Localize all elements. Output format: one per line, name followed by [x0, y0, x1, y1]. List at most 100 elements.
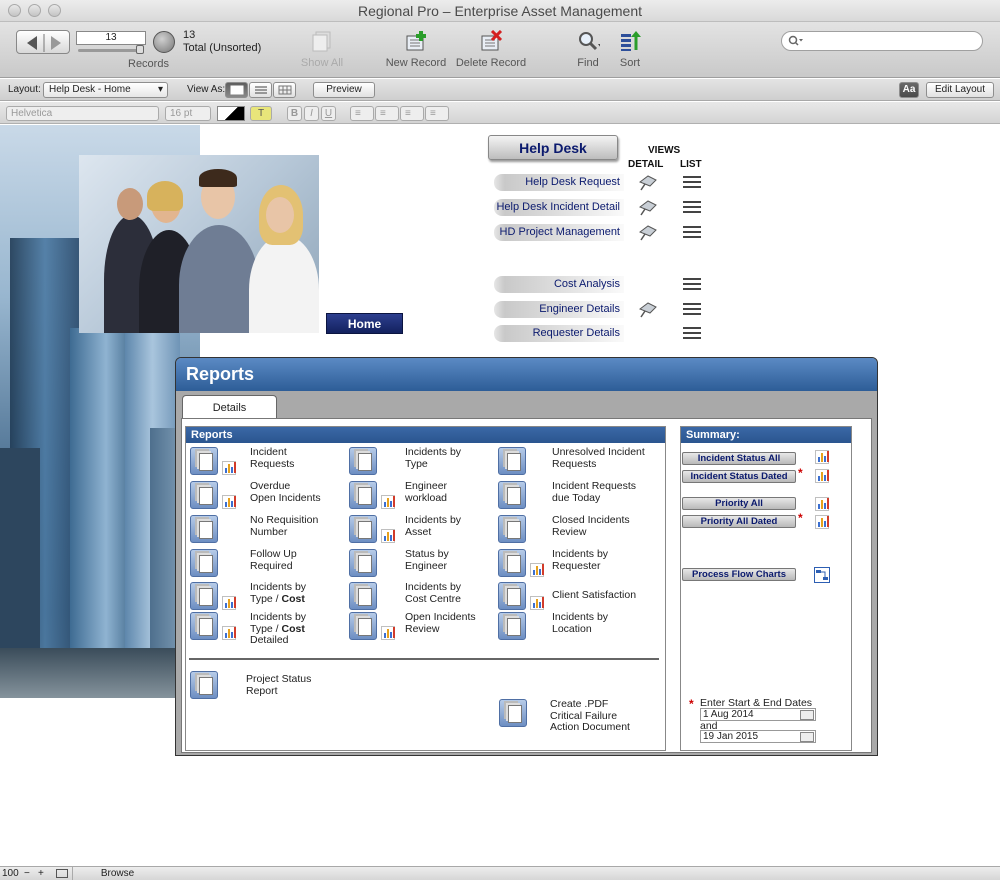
list-view-icon[interactable] [683, 278, 701, 290]
edit-layout-button[interactable]: Edit Layout [926, 82, 994, 98]
report-item[interactable]: Overdue Open Incidents [190, 480, 340, 513]
bar-chart-icon[interactable] [222, 461, 236, 475]
highlight-color-button[interactable]: T [250, 106, 272, 121]
text-color-swatch[interactable] [217, 106, 245, 121]
list-view-icon[interactable] [683, 176, 701, 188]
report-item[interactable]: Incidents by Type / Cost [190, 581, 340, 614]
bar-chart-icon[interactable] [381, 495, 395, 509]
record-slider-thumb[interactable] [136, 45, 144, 54]
list-view-icon[interactable] [683, 303, 701, 315]
record-number-input[interactable]: 13 [76, 31, 146, 45]
italic-button[interactable]: I [304, 106, 319, 121]
flow-chart-icon[interactable] [814, 567, 830, 583]
zoom-out-icon[interactable]: − [24, 867, 30, 880]
nav-item[interactable]: Help Desk Incident Detail [494, 199, 624, 216]
detail-view-icon[interactable] [637, 223, 659, 241]
bar-chart-icon[interactable] [222, 495, 236, 509]
report-item[interactable]: Closed Incidents Review [498, 514, 648, 547]
report-item[interactable]: Unresolved Incident Requests [498, 446, 648, 479]
font-size-select[interactable]: 16 pt [165, 106, 211, 121]
priority-all-dated-button[interactable]: Priority All Dated [682, 515, 796, 528]
nav-item[interactable]: Engineer Details [494, 301, 624, 318]
list-view-icon[interactable] [683, 327, 701, 339]
list-view-icon[interactable] [683, 226, 701, 238]
zoom-window-button[interactable] [48, 4, 61, 17]
report-item[interactable]: Follow Up Required [190, 548, 340, 581]
calendar-icon[interactable] [800, 732, 814, 742]
view-as-form-button[interactable] [225, 82, 248, 98]
bar-chart-icon[interactable] [815, 469, 829, 483]
report-item[interactable]: Incidents by Cost Centre [349, 581, 499, 614]
report-item[interactable]: No Requisition Number [190, 514, 340, 547]
report-item[interactable]: Incidents by Location [498, 611, 648, 644]
close-window-button[interactable] [8, 4, 21, 17]
toggle-toolbar-icon[interactable] [56, 869, 68, 878]
view-as-list-button[interactable] [249, 82, 272, 98]
align-justify-button[interactable]: ≡ [425, 106, 449, 121]
end-date-field[interactable]: 19 Jan 2015 [700, 730, 816, 743]
view-as-table-button[interactable] [273, 82, 296, 98]
bar-chart-icon[interactable] [381, 626, 395, 640]
quick-find-search-field[interactable] [781, 31, 983, 51]
report-item[interactable]: Incidents by Type / Cost Detailed [190, 611, 340, 646]
bar-chart-icon[interactable] [815, 497, 829, 511]
report-item[interactable]: Incidents by Type [349, 446, 499, 479]
report-label: Incidents by Type [405, 446, 461, 470]
nav-item[interactable]: Requester Details [494, 325, 624, 342]
report-item[interactable]: Client Satisfaction [498, 582, 648, 614]
bar-chart-icon[interactable] [815, 450, 829, 464]
report-item[interactable]: Engineer workload [349, 480, 499, 513]
priority-all-button[interactable]: Priority All [682, 497, 796, 510]
nav-item[interactable]: Help Desk Request [494, 174, 624, 191]
preview-button[interactable]: Preview [313, 82, 375, 98]
zoom-level[interactable]: 100 [2, 867, 19, 880]
bar-chart-icon[interactable] [381, 529, 395, 543]
align-right-button[interactable]: ≡ [400, 106, 424, 121]
bar-chart-icon[interactable] [222, 596, 236, 610]
underline-button[interactable]: U [321, 106, 336, 121]
detail-view-icon[interactable] [637, 198, 659, 216]
delete-record-button[interactable]: Delete Record [453, 30, 529, 69]
detail-view-icon[interactable] [637, 300, 659, 318]
calendar-icon[interactable] [800, 710, 814, 720]
zoom-in-icon[interactable]: + [38, 867, 44, 880]
report-item[interactable]: Incident Requests [190, 446, 340, 479]
show-all-button[interactable]: Show All [296, 30, 348, 69]
search-input[interactable] [804, 34, 974, 48]
report-item[interactable]: Incident Requests due Today [498, 480, 648, 513]
bold-button[interactable]: B [287, 106, 302, 121]
tab-details[interactable]: Details [182, 395, 277, 419]
reports-section-header: Reports [186, 427, 665, 443]
report-document-icon [498, 582, 526, 610]
record-navigator[interactable] [16, 30, 70, 54]
sort-button[interactable]: Sort [614, 30, 646, 69]
report-project-status[interactable]: Project Status Report [190, 671, 390, 703]
report-item[interactable]: Status by Engineer [349, 548, 499, 581]
new-record-button[interactable]: New Record [383, 30, 449, 69]
nav-item[interactable]: Cost Analysis [494, 276, 624, 293]
bar-chart-icon[interactable] [530, 563, 544, 577]
align-center-button[interactable]: ≡ [375, 106, 399, 121]
font-select[interactable]: Helvetica [6, 106, 159, 121]
report-item[interactable]: Incidents by Requester [498, 548, 648, 581]
process-flow-charts-button[interactable]: Process Flow Charts [682, 568, 796, 581]
incident-status-dated-button[interactable]: Incident Status Dated [682, 470, 796, 483]
report-create-pdf[interactable]: Create .PDF Critical Failure Action Docu… [499, 698, 659, 739]
layout-select[interactable]: Help Desk - Home ▾ [43, 82, 168, 98]
incident-status-all-button[interactable]: Incident Status All [682, 452, 796, 465]
bar-chart-icon[interactable] [815, 515, 829, 529]
align-left-button[interactable]: ≡ [350, 106, 374, 121]
mode-indicator[interactable]: Browse [72, 867, 162, 880]
bar-chart-icon[interactable] [222, 626, 236, 640]
home-button[interactable]: Home [326, 313, 403, 334]
detail-view-icon[interactable] [637, 173, 659, 191]
list-view-icon[interactable] [683, 201, 701, 213]
record-slider[interactable] [78, 49, 144, 52]
minimize-window-button[interactable] [28, 4, 41, 17]
bar-chart-icon[interactable] [530, 596, 544, 610]
report-item[interactable]: Open Incidents Review [349, 611, 499, 644]
nav-item[interactable]: HD Project Management [494, 224, 624, 241]
report-item[interactable]: Incidents by Asset [349, 514, 499, 547]
formatting-bar-toggle[interactable]: Aa [899, 82, 919, 98]
find-button[interactable]: Find [570, 30, 606, 69]
